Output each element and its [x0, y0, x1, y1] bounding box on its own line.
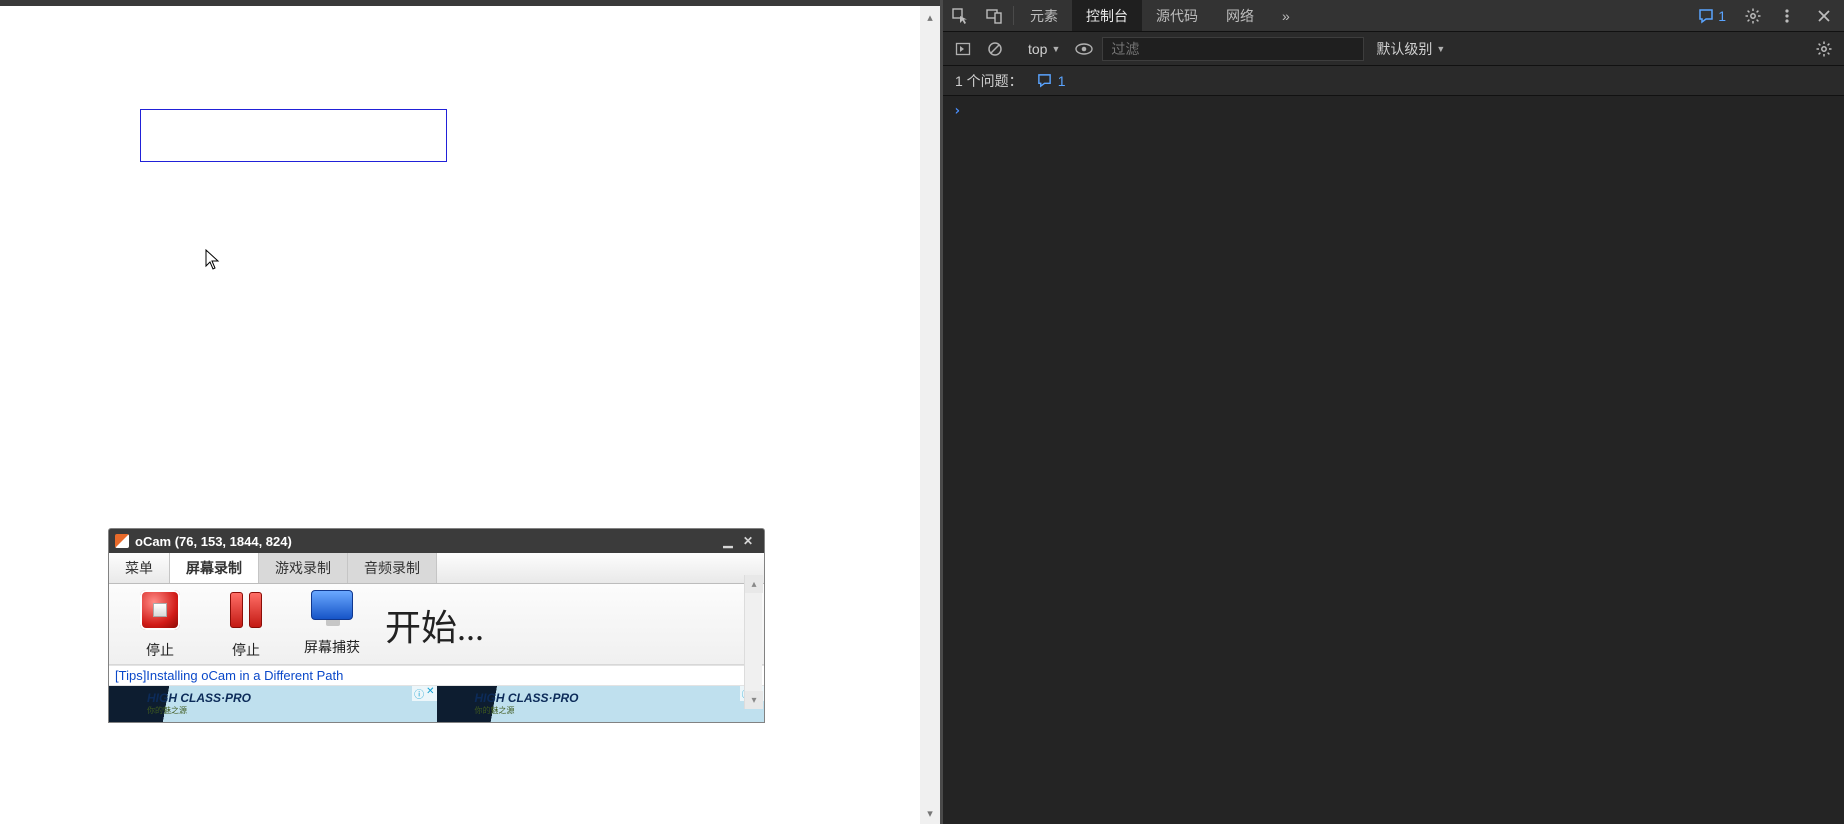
page-empty-box[interactable] — [140, 109, 447, 162]
issues-badge-count: 1 — [1718, 8, 1726, 24]
ocam-capture-button[interactable]: 屏幕捕获 — [289, 590, 375, 657]
page-scrollbar[interactable]: ▴ ▾ — [920, 6, 940, 824]
devtools-panel: 元素 控制台 源代码 网络 » 1 — [940, 0, 1844, 824]
ocam-titlebar[interactable]: oCam (76, 153, 1844, 824) ▁ ✕ — [109, 529, 764, 553]
devtools-close-icon[interactable] — [1804, 8, 1844, 24]
tab-network[interactable]: 网络 — [1212, 0, 1268, 31]
log-level-label: 默认级别 — [1376, 39, 1432, 59]
device-toggle-icon[interactable] — [977, 0, 1011, 31]
ocam-logo-icon — [115, 534, 129, 548]
devtools-menu-icon[interactable] — [1770, 7, 1804, 25]
ad-brand-text: HIGH CLASS·PRO 你的魅之源 — [475, 691, 579, 716]
log-level-selector[interactable]: 默认级别 ▼ — [1368, 39, 1453, 59]
live-expression-icon[interactable] — [1070, 37, 1098, 61]
console-body[interactable]: › — [943, 96, 1844, 824]
ocam-scrollbar[interactable]: ▴ ▾ — [744, 575, 762, 709]
ocam-stop-button[interactable]: 停止 — [117, 590, 203, 660]
ocam-tab-audio[interactable]: 音频录制 — [348, 553, 437, 583]
tab-elements[interactable]: 元素 — [1016, 0, 1072, 31]
context-label: top — [1028, 41, 1047, 57]
issues-badge[interactable]: 1 — [1688, 8, 1736, 24]
scroll-up-icon[interactable]: ▴ — [745, 575, 763, 593]
console-sidebar-toggle-icon[interactable] — [949, 37, 977, 61]
clear-console-icon[interactable] — [981, 37, 1009, 61]
issues-label: 1 个问题： — [955, 71, 1023, 91]
mouse-cursor-icon — [205, 249, 221, 271]
devtools-settings-icon[interactable] — [1736, 7, 1770, 25]
console-prompt-icon: › — [953, 103, 961, 119]
ad-close-icon[interactable]: ⓘ ✕ — [412, 686, 436, 701]
ocam-ad-2[interactable]: ⓘ ✕ HIGH CLASS·PRO 你的魅之源 — [437, 686, 765, 722]
scroll-down-icon[interactable]: ▾ — [920, 802, 940, 824]
page-viewport-wrapper: oCam (76, 153, 1844, 824) ▁ ✕ 菜单 屏幕录制 游戏… — [0, 0, 940, 824]
ocam-window[interactable]: oCam (76, 153, 1844, 824) ▁ ✕ 菜单 屏幕录制 游戏… — [108, 528, 765, 723]
ocam-tab-game[interactable]: 游戏录制 — [259, 553, 348, 583]
ocam-tab-screen[interactable]: 屏幕录制 — [170, 553, 259, 583]
message-icon — [1037, 73, 1052, 88]
issues-count-text: 1 — [1058, 73, 1066, 89]
chevron-down-icon: ▼ — [1051, 44, 1060, 54]
scroll-down-icon[interactable]: ▾ — [745, 691, 763, 709]
ad-brand-text: HIGH CLASS·PRO 你的魅之源 — [147, 691, 251, 716]
console-filter-wrap — [1102, 37, 1364, 61]
ocam-toolbar: 停止 停止 屏幕捕获 开始... — [109, 584, 764, 665]
ocam-stop-label: 停止 — [146, 640, 174, 660]
ocam-ad-1[interactable]: ⓘ ✕ HIGH CLASS·PRO 你的魅之源 — [109, 686, 437, 722]
console-settings-icon[interactable] — [1810, 37, 1838, 61]
tab-console[interactable]: 控制台 — [1072, 0, 1142, 31]
ocam-tab-menu[interactable]: 菜单 — [109, 553, 170, 583]
tab-sources[interactable]: 源代码 — [1142, 0, 1212, 31]
pause-icon — [226, 590, 266, 630]
ocam-pause-label: 停止 — [232, 640, 260, 660]
issues-bar: 1 个问题： 1 — [943, 66, 1844, 96]
devtools-tab-row: 元素 控制台 源代码 网络 » 1 — [943, 0, 1844, 32]
monitor-icon — [311, 590, 353, 620]
record-stop-icon — [140, 590, 180, 630]
ocam-ads-row: ⓘ ✕ HIGH CLASS·PRO 你的魅之源 ⓘ ✕ — [109, 686, 764, 722]
console-toolbar: top ▼ 默认级别 ▼ — [943, 32, 1844, 66]
ocam-tab-row: 菜单 屏幕录制 游戏录制 音频录制 — [109, 553, 764, 584]
ocam-capture-label: 屏幕捕获 — [304, 637, 360, 657]
ocam-status-text: 开始... — [385, 599, 484, 651]
message-icon — [1698, 8, 1714, 24]
chevron-down-icon: ▼ — [1436, 44, 1445, 54]
page-viewport[interactable]: oCam (76, 153, 1844, 824) ▁ ✕ 菜单 屏幕录制 游戏… — [0, 6, 920, 824]
ocam-pause-button[interactable]: 停止 — [203, 590, 289, 660]
ocam-minimize-button[interactable]: ▁ — [718, 533, 738, 549]
issues-count-link[interactable]: 1 — [1037, 73, 1066, 89]
inspect-element-icon[interactable] — [943, 0, 977, 31]
context-selector[interactable]: top ▼ — [1022, 41, 1066, 57]
ocam-close-button[interactable]: ✕ — [738, 533, 758, 549]
ocam-tips-link[interactable]: [Tips]Installing oCam in a Different Pat… — [109, 665, 764, 686]
console-filter-input[interactable] — [1102, 37, 1364, 61]
tab-more[interactable]: » — [1268, 0, 1304, 31]
scroll-up-icon[interactable]: ▴ — [920, 6, 940, 28]
ocam-title-text: oCam (76, 153, 1844, 824) — [135, 534, 292, 549]
ocam-body: 菜单 屏幕录制 游戏录制 音频录制 停止 停止 — [109, 553, 764, 722]
